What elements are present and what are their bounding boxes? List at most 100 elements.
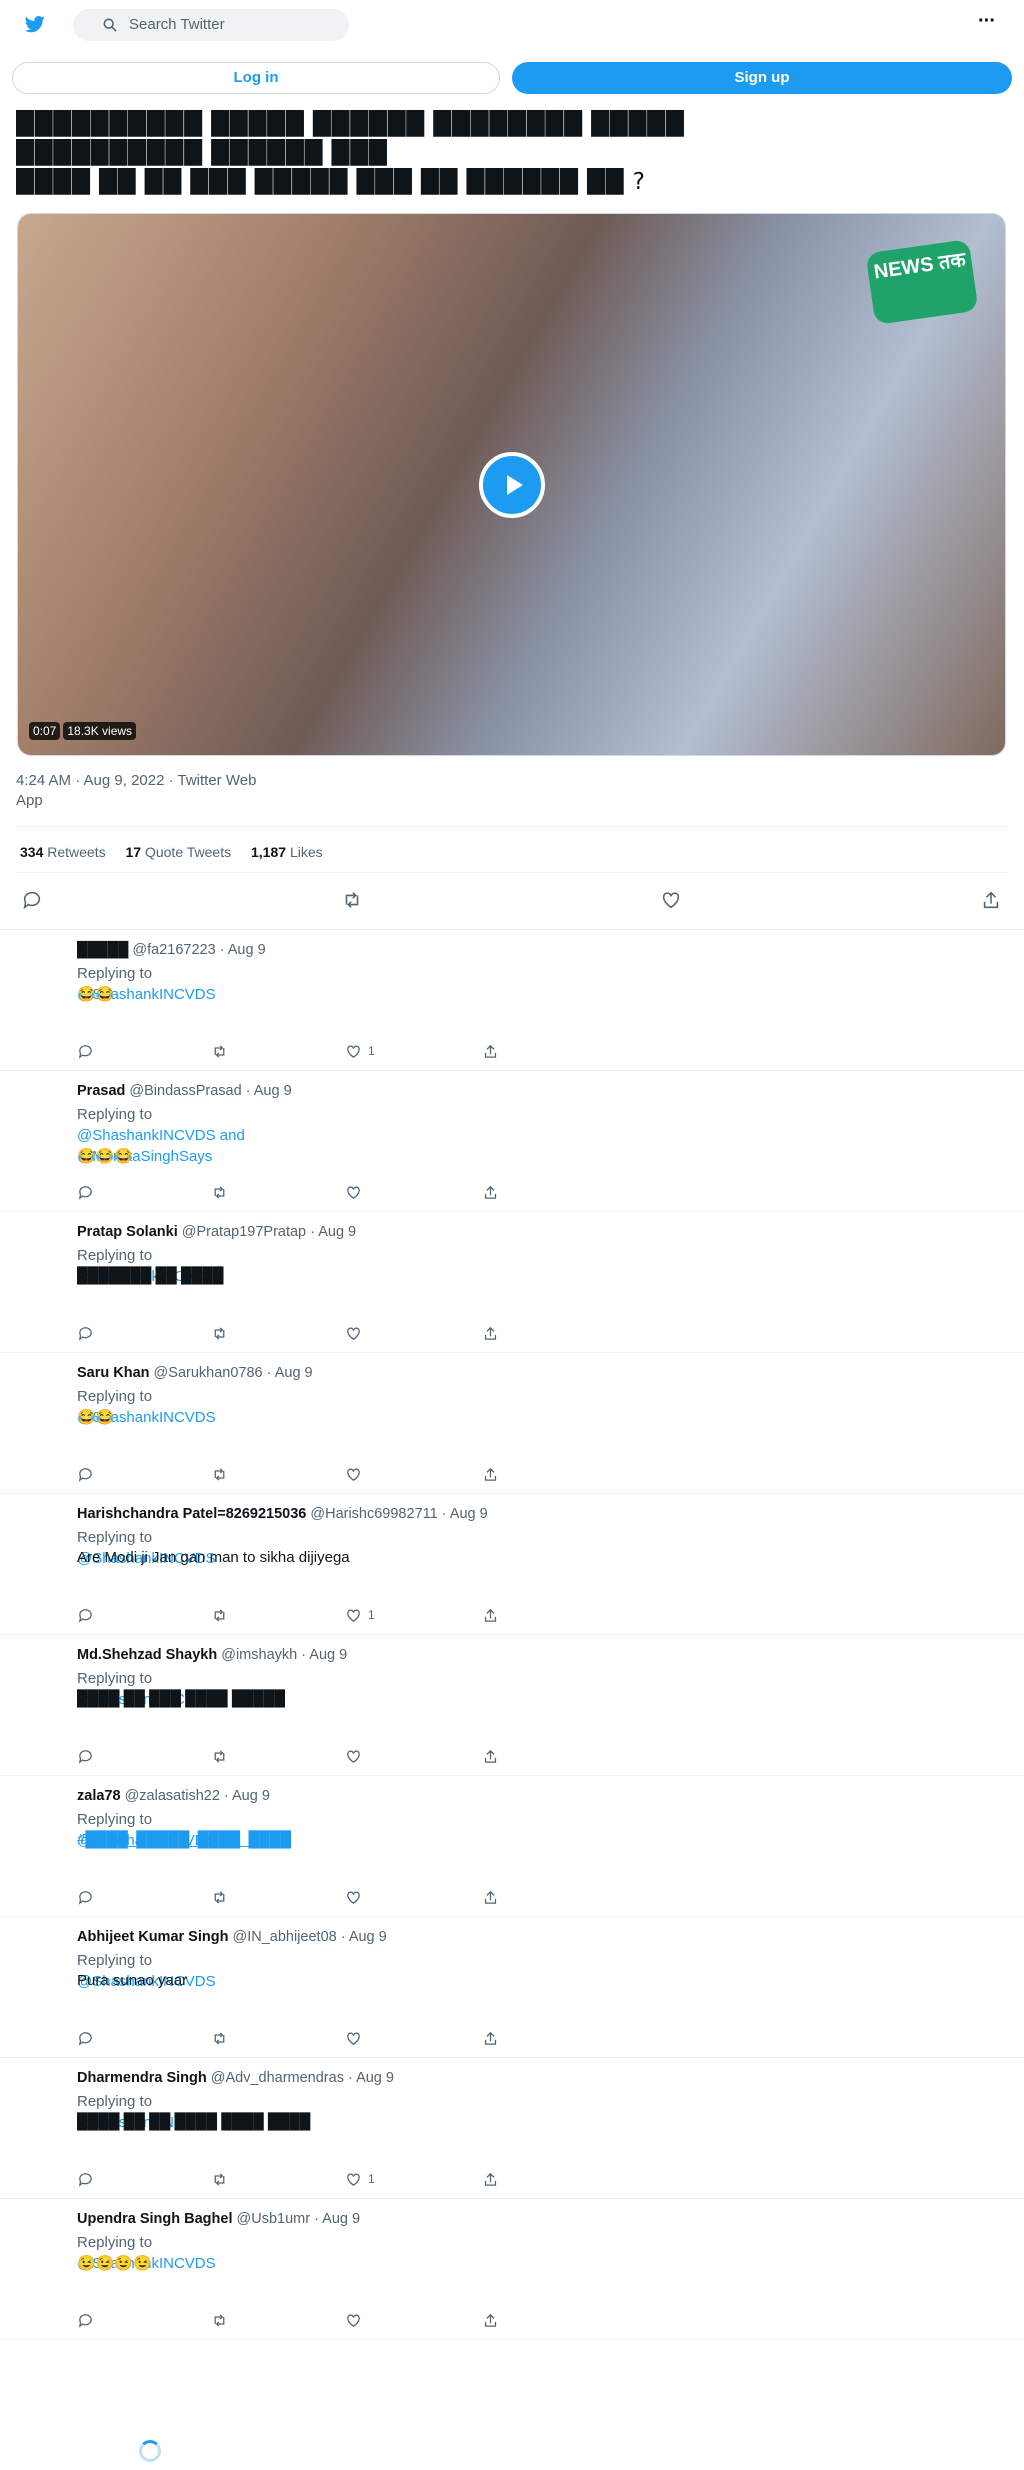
reply-author-name[interactable]: Dharmendra Singh xyxy=(77,2070,207,2086)
loading-spinner xyxy=(139,2440,161,2462)
reply-date[interactable]: Aug 9 xyxy=(254,1083,292,1099)
reply-icon[interactable] xyxy=(77,1466,94,1483)
retweet-icon[interactable] xyxy=(211,1184,228,1201)
reply-icon[interactable] xyxy=(77,1889,94,1906)
twitter-bird-icon[interactable] xyxy=(24,14,46,34)
like-icon[interactable] xyxy=(345,1325,362,1342)
share-icon[interactable] xyxy=(482,1748,499,1765)
reply-author-handle[interactable]: @zalasatish22 xyxy=(125,1788,220,1804)
reply-author-name[interactable]: Abhijeet Kumar Singh xyxy=(77,1929,228,1945)
reply-author-name[interactable]: zala78 xyxy=(77,1788,121,1804)
likes-stat[interactable]: 1,187 Likes xyxy=(251,844,323,860)
reply-author-handle[interactable]: @Harishc69982711 xyxy=(310,1506,437,1522)
reply-date[interactable]: Aug 9 xyxy=(356,2070,394,2086)
reply-icon[interactable] xyxy=(77,1607,94,1624)
reply-author-name[interactable]: Harishchandra Patel=8269215036 xyxy=(77,1506,306,1522)
share-icon[interactable] xyxy=(980,889,1002,911)
share-icon[interactable] xyxy=(482,1607,499,1624)
share-icon[interactable] xyxy=(482,1184,499,1201)
reply-icon[interactable] xyxy=(77,2030,94,2047)
reply-date[interactable]: Aug 9 xyxy=(322,2211,360,2227)
reply-date[interactable]: Aug 9 xyxy=(318,1224,356,1240)
reply-tweet[interactable]: Harishchandra Patel=8269215036 @Harishc6… xyxy=(0,1494,1024,1635)
retweets-stat[interactable]: 334 Retweets xyxy=(20,844,106,860)
reply-icon[interactable] xyxy=(77,2312,94,2329)
reply-date[interactable]: Aug 9 xyxy=(309,1647,347,1663)
reply-icon[interactable] xyxy=(77,1325,94,1342)
retweet-icon[interactable] xyxy=(211,1748,228,1765)
reply-tweet[interactable]: Md.Shehzad Shaykh @imshaykh · Aug 9 Reply… xyxy=(0,1635,1024,1776)
like-icon[interactable] xyxy=(345,1184,362,1201)
tweet-timestamp[interactable]: 4:24 AM · Aug 9, 2022 · Twitter Web App xyxy=(16,771,276,811)
reply-tweet[interactable]: Upendra Singh Baghel @Usb1umr · Aug 9 Rep… xyxy=(0,2199,1024,2340)
retweet-icon[interactable] xyxy=(341,889,363,911)
replying-to-mentions[interactable]: @ShashankINCVDS and xyxy=(77,1125,245,1146)
reply-author-handle[interactable]: @IN_abhijeet08 xyxy=(233,1929,337,1945)
login-button[interactable]: Log in xyxy=(12,62,500,94)
reply-body[interactable]: #████_█████_████_████ xyxy=(77,1831,291,1848)
reply-author-handle[interactable]: @Adv_dharmendras xyxy=(211,2070,344,2086)
like-icon[interactable] xyxy=(345,1889,362,1906)
like-icon[interactable] xyxy=(345,1607,362,1624)
reply-tweet[interactable]: Prasad @BindassPrasad · Aug 9 Replying to… xyxy=(0,1071,1024,1212)
reply-author-name[interactable]: Saru Khan xyxy=(77,1365,150,1381)
share-icon[interactable] xyxy=(482,1889,499,1906)
reply-tweet[interactable]: Pratap Solanki @Pratap197Pratap · Aug 9 R… xyxy=(0,1212,1024,1353)
reply-author-handle[interactable]: @Pratap197Pratap xyxy=(182,1224,306,1240)
reply-tweet[interactable]: zala78 @zalasatish22 · Aug 9 Replying to @… xyxy=(0,1776,1024,1917)
reply-author-handle[interactable]: @fa2167223 xyxy=(132,942,215,958)
reply-date[interactable]: Aug 9 xyxy=(228,942,266,958)
reply-icon[interactable] xyxy=(77,1043,94,1060)
retweet-icon[interactable] xyxy=(211,2030,228,2047)
video-player[interactable]: NEWS तक 0:07 18.3K views xyxy=(17,213,1006,756)
reply-author-name[interactable]: █████ xyxy=(77,942,128,958)
share-icon[interactable] xyxy=(482,1043,499,1060)
reply-icon[interactable] xyxy=(77,2171,94,2188)
retweet-icon[interactable] xyxy=(211,1043,228,1060)
like-icon[interactable] xyxy=(345,2312,362,2329)
retweet-icon[interactable] xyxy=(211,1325,228,1342)
like-icon[interactable] xyxy=(345,1748,362,1765)
more-options-icon[interactable]: ··· xyxy=(978,11,1000,34)
retweet-icon[interactable] xyxy=(211,1889,228,1906)
reply-icon[interactable] xyxy=(77,1748,94,1765)
search-icon xyxy=(103,18,117,32)
reply-date[interactable]: Aug 9 xyxy=(275,1365,313,1381)
reply-tweet[interactable]: Saru Khan @Sarukhan0786 · Aug 9 Replying … xyxy=(0,1353,1024,1494)
search-box[interactable]: Search Twitter xyxy=(73,9,349,41)
reply-date[interactable]: Aug 9 xyxy=(349,1929,387,1945)
quote-tweets-stat[interactable]: 17 Quote Tweets xyxy=(126,844,232,860)
reply-header: zala78 @zalasatish22 · Aug 9 xyxy=(77,1788,270,1804)
reply-date[interactable]: Aug 9 xyxy=(232,1788,270,1804)
retweet-icon[interactable] xyxy=(211,2312,228,2329)
reply-tweet[interactable]: █████ @fa2167223 · Aug 9 Replying to @Shas… xyxy=(0,930,1024,1071)
reply-date[interactable]: Aug 9 xyxy=(450,1506,488,1522)
share-icon[interactable] xyxy=(482,1325,499,1342)
like-icon[interactable] xyxy=(345,2030,362,2047)
reply-author-handle[interactable]: @BindassPrasad xyxy=(129,1083,241,1099)
reply-author-name[interactable]: Md.Shehzad Shaykh xyxy=(77,1647,217,1663)
share-icon[interactable] xyxy=(482,1466,499,1483)
reply-tweet[interactable]: Abhijeet Kumar Singh @IN_abhijeet08 · Au… xyxy=(0,1917,1024,2058)
reply-author-handle[interactable]: @Sarukhan0786 xyxy=(154,1365,263,1381)
play-button[interactable] xyxy=(479,452,545,518)
reply-author-name[interactable]: Pratap Solanki xyxy=(77,1224,178,1240)
reply-icon[interactable] xyxy=(77,1184,94,1201)
like-icon[interactable] xyxy=(660,889,682,911)
like-icon[interactable] xyxy=(345,1466,362,1483)
reply-tweet[interactable]: Dharmendra Singh @Adv_dharmendras · Aug … xyxy=(0,2058,1024,2199)
like-icon[interactable] xyxy=(345,2171,362,2188)
share-icon[interactable] xyxy=(482,2171,499,2188)
retweet-icon[interactable] xyxy=(211,1607,228,1624)
reply-author-name[interactable]: Upendra Singh Baghel xyxy=(77,2211,233,2227)
share-icon[interactable] xyxy=(482,2312,499,2329)
signup-button[interactable]: Sign up xyxy=(512,62,1012,94)
reply-icon[interactable] xyxy=(21,889,43,911)
reply-author-handle[interactable]: @Usb1umr xyxy=(237,2211,311,2227)
share-icon[interactable] xyxy=(482,2030,499,2047)
reply-author-handle[interactable]: @imshaykh xyxy=(221,1647,297,1663)
retweet-icon[interactable] xyxy=(211,2171,228,2188)
retweet-icon[interactable] xyxy=(211,1466,228,1483)
reply-author-name[interactable]: Prasad xyxy=(77,1083,125,1099)
like-icon[interactable] xyxy=(345,1043,362,1060)
